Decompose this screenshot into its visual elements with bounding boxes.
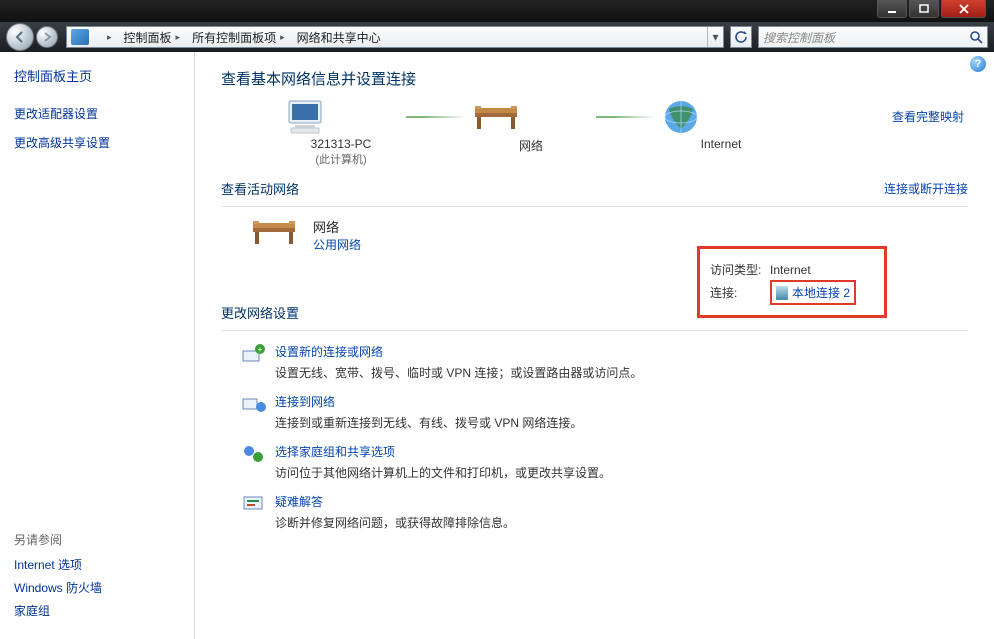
sidebar-link-adapter[interactable]: 更改适配器设置 [14, 105, 180, 122]
active-networks-heading: 查看活动网络 [221, 179, 299, 198]
internet-icon [661, 97, 701, 137]
search-input[interactable]: 搜索控制面板 [758, 26, 988, 48]
network-map [281, 97, 968, 137]
setting-new-connection[interactable]: + 设置新的连接或网络 设置无线、宽带、拨号、临时或 VPN 连接；或设置路由器… [239, 343, 968, 381]
see-also-internet-options[interactable]: Internet 选项 [14, 556, 180, 573]
map-thispc-sub: (此计算机) [281, 151, 401, 167]
control-panel-icon [71, 29, 89, 45]
access-type-value: Internet [770, 263, 811, 277]
breadcrumb-dropdown[interactable]: ▾ [707, 27, 723, 47]
back-button[interactable] [6, 23, 34, 51]
see-also-heading: 另请参阅 [14, 531, 180, 548]
map-thispc-label: 321313-PC [281, 137, 401, 151]
homegroup-icon [239, 443, 269, 465]
main: ? 查看基本网络信息并设置连接 查看完整映射 [195, 52, 994, 639]
connection-link[interactable]: 本地连接 2 [792, 284, 850, 301]
svg-text:+: + [258, 345, 263, 354]
map-network-label: 网络 [471, 137, 591, 154]
setting-desc: 设置无线、宽带、拨号、临时或 VPN 连接；或设置路由器或访问点。 [275, 364, 642, 381]
setting-homegroup[interactable]: 选择家庭组和共享选项 访问位于其他网络计算机上的文件和打印机，或更改共享设置。 [239, 443, 968, 481]
setting-desc: 访问位于其他网络计算机上的文件和打印机，或更改共享设置。 [275, 464, 611, 481]
page-title: 查看基本网络信息并设置连接 [221, 68, 968, 89]
access-type-label: 访问类型: [710, 261, 770, 278]
maximize-button[interactable] [909, 0, 939, 18]
new-connection-icon: + [239, 343, 269, 365]
view-full-map-link[interactable]: 查看完整映射 [892, 108, 964, 125]
sidebar: 控制面板主页 更改适配器设置 更改高级共享设置 另请参阅 Internet 选项… [0, 52, 195, 639]
troubleshoot-icon [239, 493, 269, 515]
breadcrumb-item[interactable]: 所有控制面板项▸ [186, 27, 291, 47]
change-settings-heading: 更改网络设置 [221, 303, 299, 322]
network-icon [471, 102, 521, 132]
active-network-type-link[interactable]: 公用网络 [313, 236, 361, 253]
see-also-firewall[interactable]: Windows 防火墙 [14, 579, 180, 596]
sidebar-home-link[interactable]: 控制面板主页 [14, 66, 180, 85]
setting-link[interactable]: 连接到网络 [275, 393, 582, 410]
minimize-button[interactable] [877, 0, 907, 18]
navbar: ▸ 控制面板▸ 所有控制面板项▸ 网络和共享中心 ▾ 搜索控制面板 [0, 22, 994, 52]
breadcrumb-item[interactable]: 控制面板▸ [118, 27, 187, 47]
sidebar-link-sharing[interactable]: 更改高级共享设置 [14, 134, 180, 151]
close-button[interactable] [941, 0, 986, 18]
setting-desc: 诊断并修复网络问题，或获得故障排除信息。 [275, 514, 515, 531]
breadcrumb-item[interactable]: 网络和共享中心 [291, 27, 387, 47]
setting-link[interactable]: 选择家庭组和共享选项 [275, 443, 611, 460]
setting-connect-network[interactable]: 连接到网络 连接到或重新连接到无线、有线、拨号或 VPN 网络连接。 [239, 393, 968, 431]
network-detail-box: 访问类型: Internet 连接: 本地连接 2 [697, 246, 887, 318]
connect-disconnect-link[interactable]: 连接或断开连接 [884, 180, 968, 197]
setting-link[interactable]: 疑难解答 [275, 493, 515, 510]
search-placeholder: 搜索控制面板 [763, 29, 835, 46]
network-bench-icon [249, 217, 299, 247]
active-network-name: 网络 [313, 217, 361, 236]
map-internet-label: Internet [661, 137, 781, 151]
connection-label: 连接: [710, 284, 770, 301]
refresh-button[interactable] [730, 26, 752, 48]
setting-link[interactable]: 设置新的连接或网络 [275, 343, 642, 360]
breadcrumb[interactable]: ▸ 控制面板▸ 所有控制面板项▸ 网络和共享中心 ▾ [66, 26, 724, 48]
setting-troubleshoot[interactable]: 疑难解答 诊断并修复网络问题，或获得故障排除信息。 [239, 493, 968, 531]
nic-icon [776, 286, 788, 300]
forward-button[interactable] [36, 26, 58, 48]
computer-icon [281, 97, 329, 137]
setting-desc: 连接到或重新连接到无线、有线、拨号或 VPN 网络连接。 [275, 414, 582, 431]
titlebar [0, 0, 994, 22]
see-also-homegroup[interactable]: 家庭组 [14, 602, 180, 619]
search-icon[interactable] [969, 30, 983, 44]
help-icon[interactable]: ? [970, 56, 986, 72]
connect-network-icon [239, 393, 269, 415]
